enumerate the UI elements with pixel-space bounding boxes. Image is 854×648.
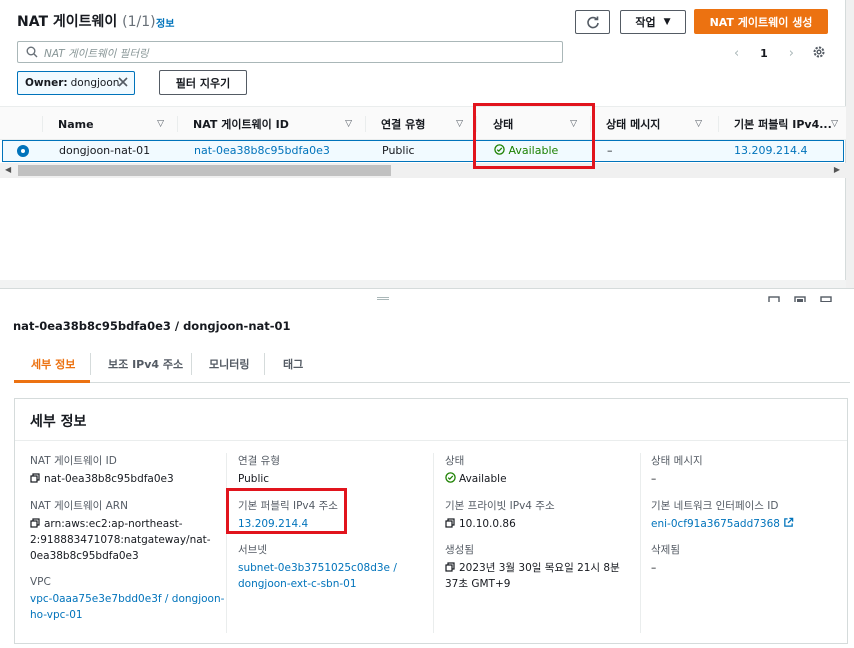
table-row[interactable]: dongjoon-nat-01 nat-0ea38b8c95bdfa0e3 Pu… bbox=[2, 140, 844, 162]
table-header: Name ▽ NAT 게이트웨이 ID ▽ 연결 유형 ▽ 상태 ▽ 상태 메시지 ▽ 기… bbox=[0, 106, 846, 140]
check-circle-icon bbox=[445, 472, 456, 483]
actions-label: 작업 bbox=[635, 16, 656, 29]
field-label: 연결 유형 bbox=[238, 455, 280, 467]
sort-icon: ▽ bbox=[831, 119, 838, 129]
gear-icon[interactable] bbox=[812, 45, 826, 62]
active-tab-indicator bbox=[14, 380, 90, 383]
created-value-line2: 37초 GMT+9 bbox=[445, 578, 511, 590]
token-key: Owner: bbox=[25, 77, 68, 89]
close-icon[interactable] bbox=[116, 75, 130, 92]
field-label: 서브넷 bbox=[238, 544, 267, 556]
nat-id-value: nat-0ea38b8c95bdfa0e3 bbox=[30, 471, 174, 487]
subnet-link[interactable]: subnet-0e3b3751025c08d3e / bbox=[238, 560, 397, 576]
drag-handle-icon[interactable] bbox=[377, 297, 389, 300]
field-label: VPC bbox=[30, 576, 51, 588]
cell-public-ip[interactable]: 13.209.214.4 bbox=[734, 144, 807, 157]
list-card: NAT 게이트웨이 (1/1) 정보 작업 ▼ NAT 게이트웨이 생성 NAT… bbox=[0, 0, 846, 280]
highlight-box-public-ip bbox=[226, 488, 347, 534]
pagination: ‹ 1 › bbox=[734, 44, 794, 62]
filter-input[interactable]: NAT 게이트웨이 필터링 bbox=[17, 41, 563, 63]
resource-count: (1/1) bbox=[122, 14, 156, 30]
vpc-link-line2[interactable]: ho-vpc-01 bbox=[30, 607, 224, 623]
cell-name: dongjoon-nat-01 bbox=[59, 144, 151, 157]
field-label: 기본 네트워크 인터페이스 ID bbox=[651, 500, 779, 512]
cell-type: Public bbox=[382, 144, 415, 157]
create-nat-gateway-button[interactable]: NAT 게이트웨이 생성 bbox=[694, 9, 828, 34]
field-label: 상태 메시지 bbox=[651, 455, 703, 467]
details-card: 세부 정보 NAT 게이트웨이 ID nat-0ea38b8c95bdfa0e3… bbox=[14, 398, 848, 644]
row-radio[interactable] bbox=[17, 145, 29, 157]
card-title: 세부 정보 bbox=[30, 414, 87, 430]
deleted-value: – bbox=[651, 562, 657, 574]
field-label: NAT 게이트웨이 ARN bbox=[30, 500, 128, 512]
column-header-type[interactable]: 연결 유형 ▽ bbox=[381, 107, 463, 141]
field-label: 상태 bbox=[445, 455, 465, 467]
search-icon bbox=[26, 46, 38, 58]
eni-link[interactable]: eni-0cf91a3675add7368 bbox=[651, 516, 794, 532]
next-page-icon[interactable]: › bbox=[789, 46, 794, 61]
connectivity-type-value: Public bbox=[238, 473, 270, 485]
field-label: 삭제됨 bbox=[651, 544, 680, 556]
filter-token: Owner: dongjoon bbox=[17, 71, 135, 95]
arn-value-line2: 2:918883471078:natgateway/nat- bbox=[30, 534, 211, 546]
sort-icon: ▽ bbox=[345, 119, 352, 129]
tab-details[interactable]: 세부 정보 bbox=[31, 345, 75, 383]
field-label: NAT 게이트웨이 ID bbox=[30, 455, 117, 467]
sort-icon: ▽ bbox=[456, 119, 463, 129]
state-value: Available bbox=[445, 471, 507, 487]
filter-placeholder: NAT 게이트웨이 필터링 bbox=[44, 48, 149, 60]
panel-splitter[interactable] bbox=[0, 288, 854, 302]
vpc-link[interactable]: vpc-0aaa75e3e7bdd0e3f / dongjoon- bbox=[30, 591, 224, 607]
private-ip-value: 10.10.0.86 bbox=[445, 516, 555, 532]
highlight-box-state bbox=[473, 103, 595, 169]
info-link[interactable]: 정보 bbox=[156, 15, 174, 30]
copy-icon[interactable] bbox=[445, 518, 455, 528]
created-value: 2023년 3월 30일 목요일 21시 8분 bbox=[445, 560, 620, 576]
nat-gateway-console: NAT 게이트웨이 (1/1) 정보 작업 ▼ NAT 게이트웨이 생성 NAT… bbox=[0, 0, 854, 648]
prev-page-icon[interactable]: ‹ bbox=[734, 46, 739, 61]
tab-secondary-ipv4[interactable]: 보조 IPv4 주소 bbox=[108, 345, 183, 383]
caret-down-icon: ▼ bbox=[663, 17, 671, 27]
state-message-value: – bbox=[651, 473, 657, 485]
column-header-public-ip[interactable]: 기본 퍼블릭 IPv4... ▽ bbox=[734, 107, 838, 141]
scroll-left-icon[interactable]: ◀ bbox=[5, 165, 11, 174]
cell-id[interactable]: nat-0ea38b8c95bdfa0e3 bbox=[194, 144, 330, 157]
column-header-id[interactable]: NAT 게이트웨이 ID ▽ bbox=[193, 107, 352, 141]
sort-icon: ▽ bbox=[157, 119, 164, 129]
copy-icon[interactable] bbox=[30, 473, 40, 483]
tab-monitoring[interactable]: 모니터링 bbox=[209, 345, 249, 383]
column-header-state-message[interactable]: 상태 메시지 ▽ bbox=[606, 107, 702, 141]
scroll-right-icon[interactable]: ▶ bbox=[834, 165, 840, 174]
detail-tabs: 세부 정보 보조 IPv4 주소 모니터링 태그 bbox=[14, 345, 850, 383]
actions-dropdown[interactable]: 작업 ▼ bbox=[620, 10, 686, 34]
external-link-icon bbox=[784, 517, 794, 527]
detail-heading: nat-0ea38b8c95bdfa0e3 / dongjoon-nat-01 bbox=[13, 319, 291, 333]
copy-icon[interactable] bbox=[445, 562, 455, 572]
card-header: 세부 정보 bbox=[15, 399, 847, 441]
detail-panel: nat-0ea38b8c95bdfa0e3 / dongjoon-nat-01 … bbox=[0, 302, 854, 648]
field-label: 기본 프라이빗 IPv4 주소 bbox=[445, 500, 555, 512]
token-value: dongjoon bbox=[70, 77, 120, 89]
sort-icon: ▽ bbox=[695, 119, 702, 129]
vertical-scrollbar[interactable] bbox=[846, 0, 854, 288]
field-label: 생성됨 bbox=[445, 544, 474, 556]
list-panel: NAT 게이트웨이 (1/1) 정보 작업 ▼ NAT 게이트웨이 생성 NAT… bbox=[0, 0, 854, 288]
refresh-icon bbox=[586, 16, 599, 29]
clear-filters-button[interactable]: 필터 지우기 bbox=[159, 70, 247, 95]
page-number[interactable]: 1 bbox=[760, 47, 768, 60]
arn-value: arn:aws:ec2:ap-northeast- bbox=[30, 516, 211, 532]
column-header-name[interactable]: Name ▽ bbox=[58, 107, 164, 141]
copy-icon[interactable] bbox=[30, 518, 40, 528]
horizontal-scrollbar[interactable]: ◀ ▶ bbox=[0, 163, 846, 178]
refresh-button[interactable] bbox=[575, 10, 610, 34]
arn-value-line3: 0ea38b8c95bdfa0e3 bbox=[30, 550, 139, 562]
page-title: NAT 게이트웨이 (1/1) bbox=[17, 14, 156, 30]
cell-state-message: – bbox=[607, 144, 613, 157]
scrollbar-thumb[interactable] bbox=[18, 165, 391, 176]
subnet-link-line2[interactable]: dongjoon-ext-c-sbn-01 bbox=[238, 576, 397, 592]
tab-tags[interactable]: 태그 bbox=[283, 345, 303, 383]
